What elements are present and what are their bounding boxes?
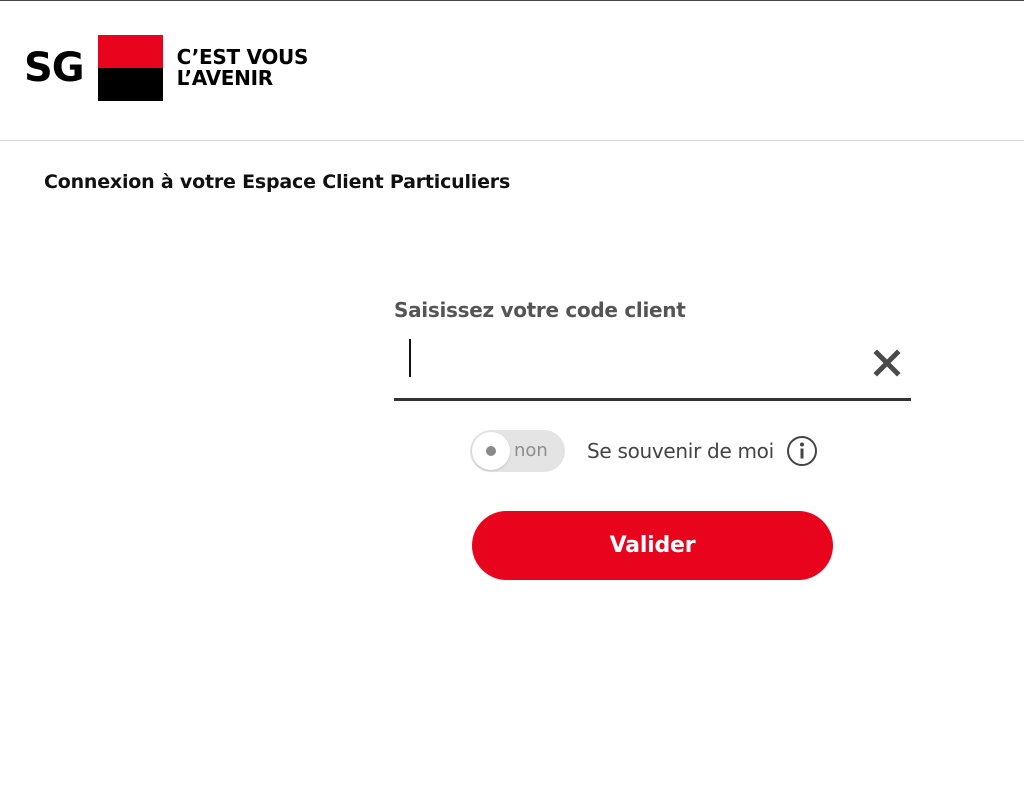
clear-input-button[interactable] bbox=[873, 349, 901, 377]
info-icon[interactable] bbox=[786, 435, 818, 467]
logo-flag-icon bbox=[97, 35, 163, 101]
logo-tagline-line1: C’EST VOUS bbox=[176, 45, 309, 69]
site-header: SG C’EST VOUS L’AVENIR bbox=[0, 1, 1024, 141]
logo-flag-black bbox=[97, 68, 163, 101]
logo-tagline: C’EST VOUS L’AVENIR bbox=[176, 45, 309, 90]
remember-me-toggle[interactable]: non bbox=[470, 430, 565, 472]
text-caret bbox=[409, 339, 411, 377]
login-page: SG C’EST VOUS L’AVENIR Connexion à votre… bbox=[0, 0, 1024, 801]
remember-me-row: non Se souvenir de moi bbox=[470, 430, 818, 472]
client-code-field bbox=[394, 331, 911, 401]
page-title: Connexion à votre Espace Client Particul… bbox=[44, 171, 511, 193]
client-code-label: Saisissez votre code client bbox=[394, 298, 686, 322]
client-code-input[interactable] bbox=[408, 339, 848, 379]
sg-logo[interactable]: SG C’EST VOUS L’AVENIR bbox=[24, 35, 308, 101]
toggle-dot bbox=[486, 446, 496, 456]
toggle-state-label: non bbox=[514, 440, 548, 461]
logo-tagline-line2: L’AVENIR bbox=[176, 66, 273, 90]
logo-sg-text: SG bbox=[24, 45, 85, 91]
toggle-knob bbox=[472, 432, 510, 470]
submit-button[interactable]: Valider bbox=[472, 511, 833, 580]
logo-flag-red bbox=[97, 35, 163, 68]
close-icon bbox=[873, 349, 901, 377]
remember-me-label: Se souvenir de moi bbox=[587, 439, 774, 463]
